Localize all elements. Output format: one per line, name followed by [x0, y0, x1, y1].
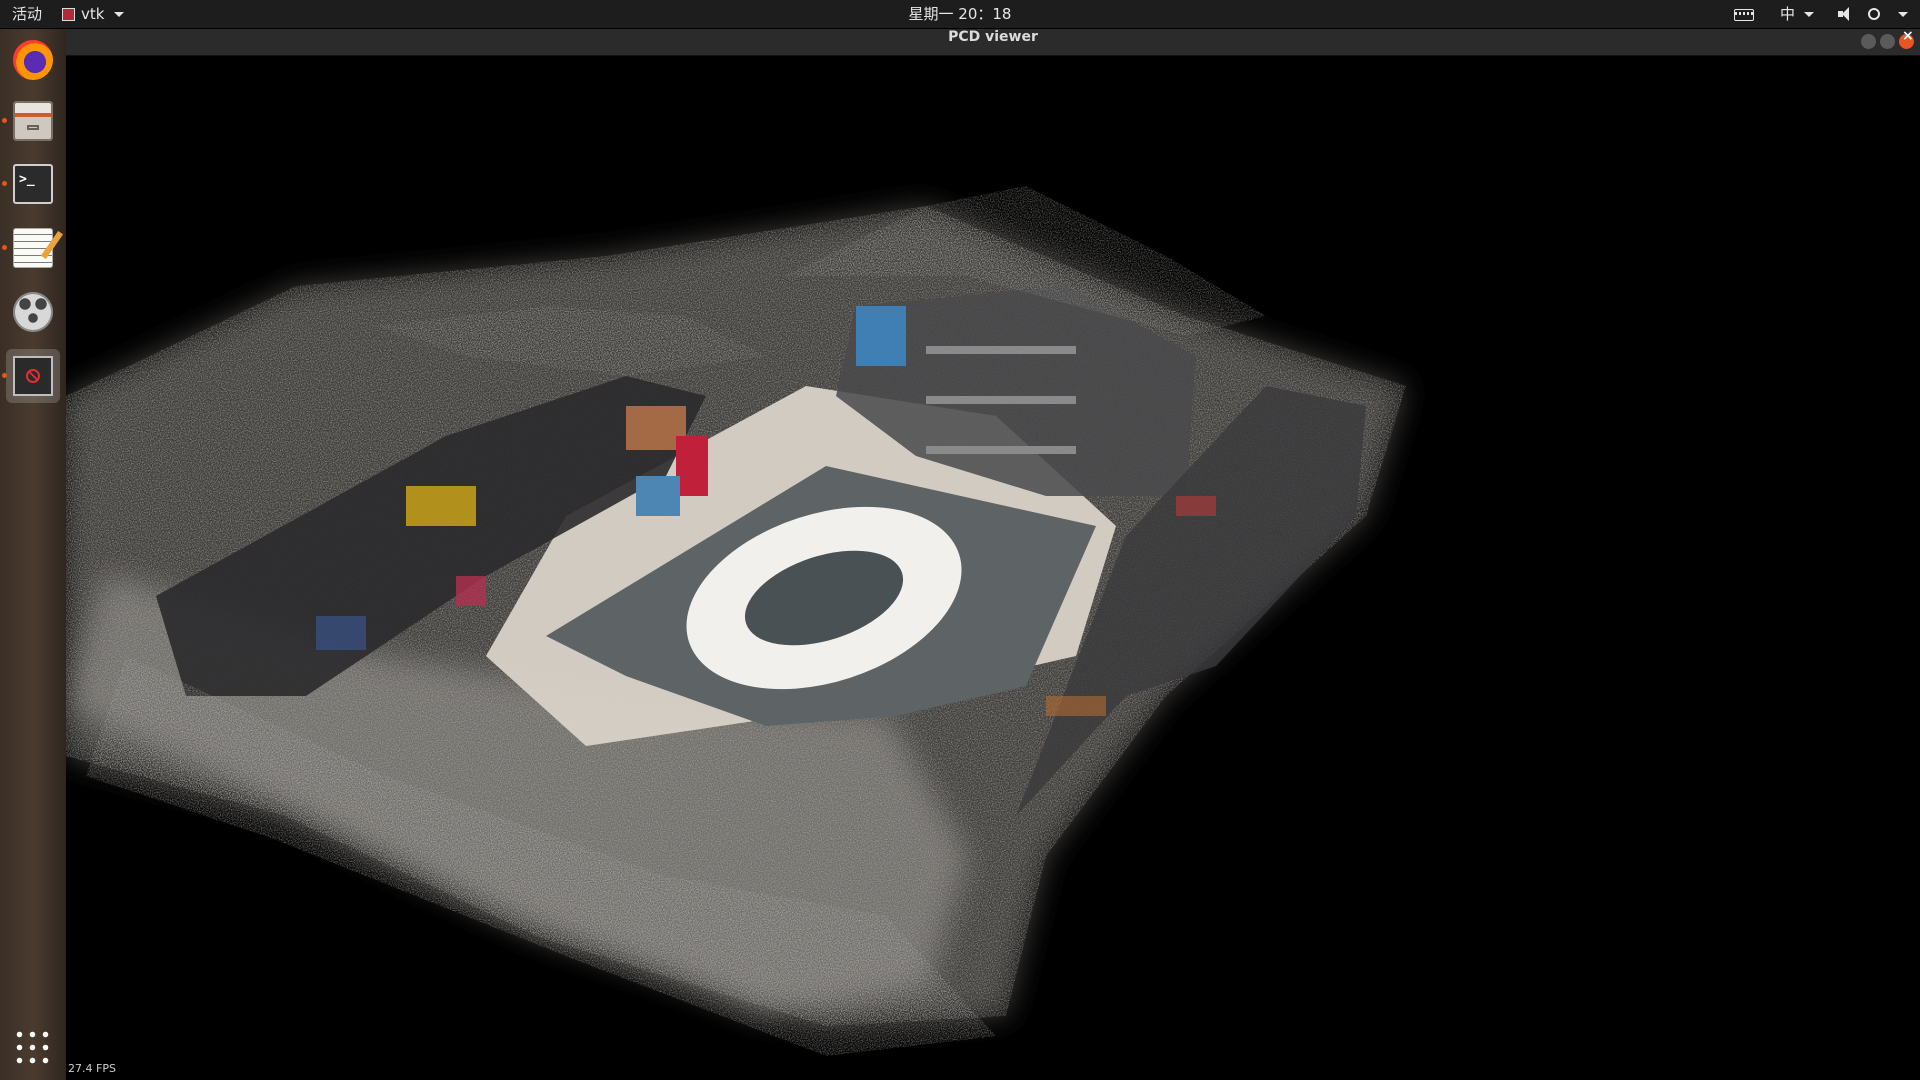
show-applications-button[interactable]	[6, 1021, 60, 1075]
close-button[interactable]	[1899, 28, 1914, 49]
window-controls	[1861, 28, 1914, 49]
chevron-down-icon	[1898, 11, 1908, 17]
dock-item-pcd-viewer[interactable]	[2, 349, 60, 403]
keyboard-icon	[1734, 8, 1754, 21]
app-menu-label: vtk	[81, 5, 105, 23]
app-menu[interactable]: vtk	[62, 0, 125, 28]
app-grid-icon	[13, 1028, 53, 1068]
volume-icon	[1838, 7, 1854, 21]
top-bar: 活动 vtk 星期一 20：18 中	[0, 0, 1920, 29]
input-method-menu[interactable]: 中	[1780, 0, 1814, 28]
activities-label: 活动	[12, 5, 43, 23]
fps-counter: 27.4 FPS	[68, 1062, 116, 1075]
minimize-button[interactable]	[1861, 34, 1876, 49]
running-indicator	[2, 373, 7, 378]
window-titlebar[interactable]: PCD viewer	[66, 28, 1920, 56]
power-icon	[1868, 8, 1880, 20]
clock-button[interactable]: 星期一 20：18	[909, 5, 1012, 23]
maximize-button[interactable]	[1880, 34, 1895, 49]
files-icon	[13, 101, 53, 141]
dock-item-firefox[interactable]	[6, 33, 60, 87]
pcd-viewer-icon	[13, 356, 53, 396]
terminal-icon	[13, 164, 53, 204]
chevron-down-icon	[1803, 12, 1814, 17]
input-method-label: 中	[1780, 5, 1796, 23]
dock-item-video-player[interactable]	[6, 285, 60, 339]
app-icon	[62, 7, 75, 21]
running-indicator	[2, 118, 7, 123]
activities-button[interactable]: 活动	[12, 0, 42, 28]
dock-item-text-editor[interactable]	[2, 221, 60, 275]
text-editor-icon	[13, 228, 53, 268]
keyboard-indicator[interactable]	[1734, 0, 1754, 28]
fps-label: 27.4 FPS	[68, 1062, 116, 1075]
firefox-icon	[13, 40, 53, 80]
window-title: PCD viewer	[948, 29, 1038, 45]
chevron-down-icon	[114, 11, 125, 17]
video-player-icon	[13, 292, 53, 332]
dock-item-terminal[interactable]	[2, 157, 60, 211]
point-cloud-render	[66, 186, 1406, 1056]
clock-area: 星期一 20：18	[0, 0, 1920, 28]
running-indicator	[2, 245, 7, 250]
dock	[0, 29, 66, 1080]
dock-item-files[interactable]	[2, 94, 60, 148]
running-indicator	[2, 181, 7, 186]
point-cloud-viewport[interactable]	[66, 56, 1920, 1080]
system-tray[interactable]	[1838, 0, 1908, 28]
